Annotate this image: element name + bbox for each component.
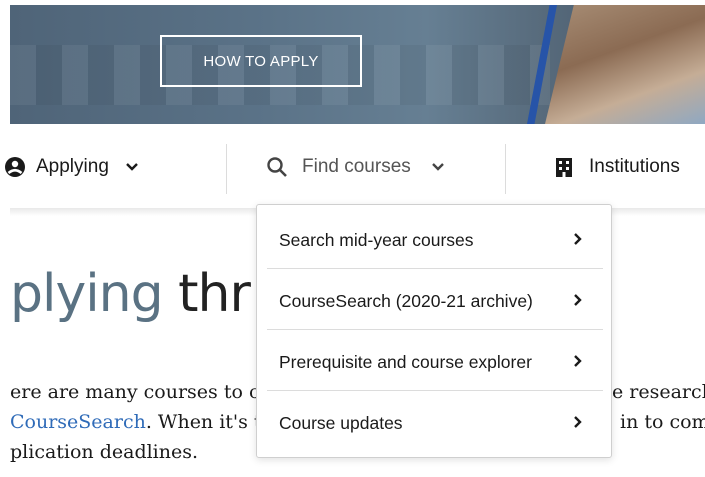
- menu-item-label: Course updates: [279, 412, 403, 433]
- nav-item-label: Institutions: [589, 156, 680, 177]
- search-icon: [266, 156, 288, 178]
- nav-item-label: Applying: [36, 156, 109, 177]
- body-text: ere are many courses to ch: [10, 381, 272, 403]
- how-to-apply-button[interactable]: HOW TO APPLY: [160, 35, 362, 87]
- nav-item-label: Find courses: [302, 156, 411, 177]
- chevron-right-icon: [573, 352, 583, 373]
- menu-item-search-mid-year[interactable]: Search mid-year courses: [267, 210, 603, 270]
- chevron-right-icon: [573, 230, 583, 251]
- page-heading: plying thr: [10, 268, 251, 320]
- building-icon: [553, 156, 575, 178]
- heading-part-dark: thr: [162, 264, 251, 324]
- nav-item-applying[interactable]: Applying: [4, 124, 139, 210]
- body-line-3: plication deadlines.: [10, 441, 199, 463]
- hero-photo: [545, 5, 705, 124]
- heading-part-colored: plying: [10, 264, 164, 324]
- chevron-down-icon: [431, 162, 445, 172]
- hero-banner: HOW TO APPLY: [10, 5, 705, 124]
- chevron-right-icon: [573, 413, 583, 434]
- nav-divider: [505, 144, 506, 194]
- coursesearch-link[interactable]: CourseSearch: [10, 411, 146, 433]
- menu-item-label: CourseSearch (2020-21 archive): [279, 290, 533, 311]
- menu-divider: [267, 390, 603, 391]
- menu-item-coursesearch-archive[interactable]: CourseSearch (2020-21 archive): [267, 271, 603, 331]
- chevron-right-icon: [573, 291, 583, 312]
- body-text: . When it's ti: [145, 411, 268, 433]
- nav-divider: [226, 144, 227, 194]
- person-icon: [4, 156, 26, 178]
- menu-item-label: Prerequisite and course explorer: [279, 351, 532, 372]
- body-line-2: CourseSearch. When it's ti: [10, 411, 268, 433]
- nav-item-find-courses[interactable]: Find courses: [266, 124, 445, 210]
- body-line-1: ere are many courses to ch: [10, 381, 272, 403]
- menu-item-course-updates[interactable]: Course updates: [267, 393, 603, 453]
- find-courses-dropdown: Search mid-year courses CourseSearch (20…: [256, 204, 612, 458]
- body-line-2-right: in to comm: [620, 411, 705, 433]
- menu-divider: [267, 268, 603, 269]
- chevron-down-icon: [125, 162, 139, 172]
- main-nav: Applying Find courses Institutions: [5, 124, 705, 210]
- menu-item-label: Search mid-year courses: [279, 229, 474, 250]
- body-line-1-right: e research: [612, 381, 705, 403]
- menu-item-prerequisite-explorer[interactable]: Prerequisite and course explorer: [267, 332, 603, 392]
- nav-item-institutions[interactable]: Institutions: [553, 124, 680, 210]
- menu-divider: [267, 329, 603, 330]
